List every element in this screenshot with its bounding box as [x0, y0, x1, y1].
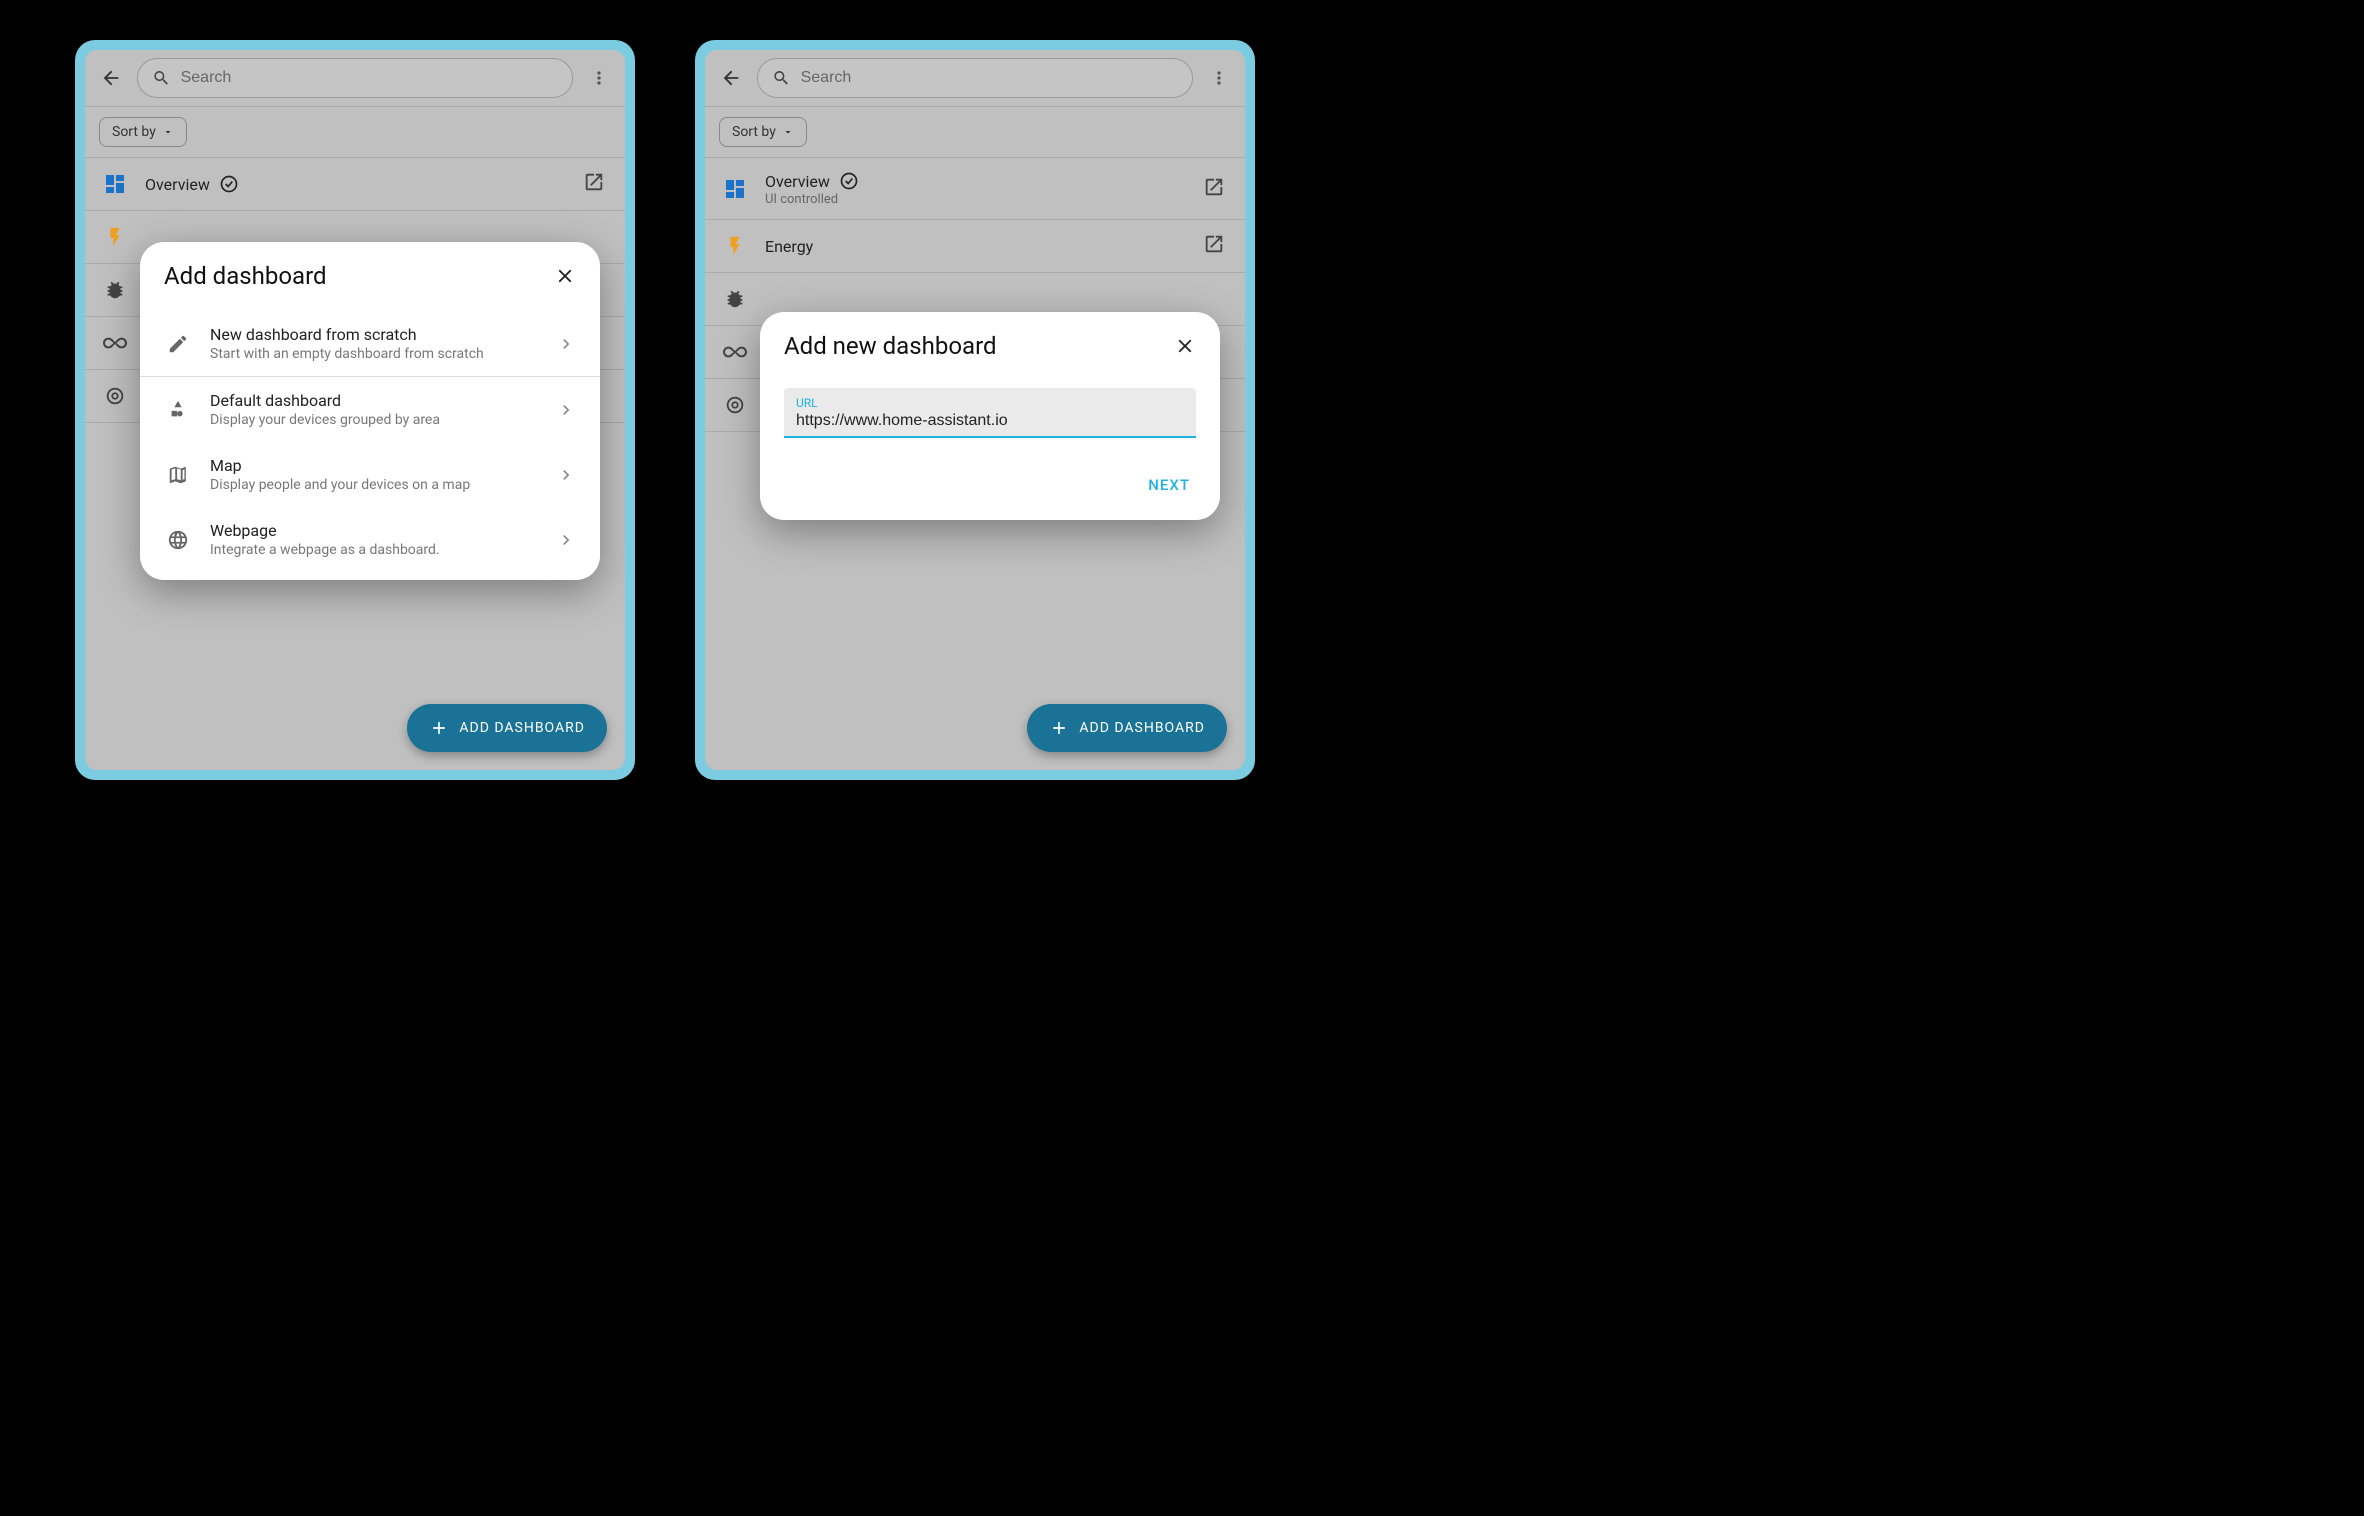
- app: Sort by Overview UI controlled: [705, 50, 1245, 770]
- option-default-dashboard[interactable]: Default dashboard Display your devices g…: [140, 377, 600, 442]
- open-external-button[interactable]: [583, 171, 609, 197]
- sort-by-label: Sort by: [112, 124, 156, 140]
- more-menu-button[interactable]: [583, 62, 615, 94]
- dots-vertical-icon: [589, 68, 609, 88]
- search-input[interactable]: [801, 69, 1178, 87]
- url-field[interactable]: URL: [784, 388, 1196, 438]
- option-webpage[interactable]: Webpage Integrate a webpage as a dashboa…: [140, 507, 600, 580]
- app: Sort by Overview: [85, 50, 625, 770]
- brain-icon: [721, 391, 749, 419]
- chevron-right-icon: [556, 465, 576, 485]
- chevron-right-icon: [556, 334, 576, 354]
- back-button[interactable]: [715, 62, 747, 94]
- open-external-button[interactable]: [1203, 233, 1229, 259]
- list-item-subtitle: UI controlled: [765, 192, 1187, 207]
- option-subtitle: Display your devices grouped by area: [210, 412, 538, 428]
- arrow-left-icon: [100, 67, 122, 89]
- close-icon: [1174, 335, 1196, 357]
- chevron-right-icon: [556, 400, 576, 420]
- fab-label: ADD DASHBOARD: [459, 720, 585, 736]
- option-title: Webpage: [210, 521, 538, 540]
- list-item-title: Overview: [145, 175, 210, 194]
- shapes-icon: [164, 396, 192, 424]
- add-new-dashboard-dialog: Add new dashboard URL NEXT: [760, 312, 1220, 520]
- search-input[interactable]: [181, 69, 558, 87]
- bug-icon: [721, 285, 749, 313]
- dialog-title: Add new dashboard: [784, 332, 997, 360]
- close-button[interactable]: [554, 265, 576, 287]
- sort-by-button[interactable]: Sort by: [99, 117, 187, 147]
- dashboard-icon: [721, 175, 749, 203]
- pencil-icon: [164, 330, 192, 358]
- check-icon: [838, 170, 860, 192]
- sort-by-button[interactable]: Sort by: [719, 117, 807, 147]
- add-dashboard-fab[interactable]: ADD DASHBOARD: [407, 704, 607, 752]
- option-map[interactable]: Map Display people and your devices on a…: [140, 442, 600, 507]
- option-new-scratch[interactable]: New dashboard from scratch Start with an…: [140, 311, 600, 377]
- energy-icon: [101, 223, 129, 251]
- close-icon: [554, 265, 576, 287]
- dashboard-icon: [101, 170, 129, 198]
- subbar: Sort by: [85, 106, 625, 157]
- search-icon: [152, 68, 171, 88]
- back-button[interactable]: [95, 62, 127, 94]
- chevron-right-icon: [556, 530, 576, 550]
- option-title: New dashboard from scratch: [210, 325, 538, 344]
- globe-icon: [164, 526, 192, 554]
- list-item[interactable]: Overview: [85, 158, 625, 211]
- option-subtitle: Integrate a webpage as a dashboard.: [210, 542, 538, 558]
- option-subtitle: Display people and your devices on a map: [210, 477, 538, 493]
- arrow-left-icon: [720, 67, 742, 89]
- option-title: Map: [210, 456, 538, 475]
- option-subtitle: Start with an empty dashboard from scrat…: [210, 346, 538, 362]
- option-title: Default dashboard: [210, 391, 538, 410]
- dots-vertical-icon: [1209, 68, 1229, 88]
- check-icon: [218, 173, 240, 195]
- infinity-icon: [721, 338, 749, 366]
- screen-left: Sort by Overview: [75, 40, 635, 780]
- open-external-button[interactable]: [1203, 176, 1229, 202]
- chevron-down-icon: [782, 126, 794, 138]
- list-item[interactable]: Overview UI controlled: [705, 158, 1245, 220]
- list-item[interactable]: Energy: [705, 220, 1245, 273]
- infinity-icon: [101, 329, 129, 357]
- add-dashboard-fab[interactable]: ADD DASHBOARD: [1027, 704, 1227, 752]
- search-bar[interactable]: [757, 58, 1193, 98]
- topbar: [705, 50, 1245, 106]
- map-icon: [164, 461, 192, 489]
- list-item-text: Energy: [765, 237, 1187, 256]
- fab-label: ADD DASHBOARD: [1079, 720, 1205, 736]
- list-item-title: Overview: [765, 172, 830, 191]
- brain-icon: [101, 382, 129, 410]
- next-button[interactable]: NEXT: [1142, 468, 1196, 502]
- add-dashboard-dialog: Add dashboard New dashboard from scratch…: [140, 242, 600, 580]
- list-item-text: Overview: [145, 173, 567, 195]
- close-button[interactable]: [1174, 335, 1196, 357]
- screen-right: Sort by Overview UI controlled: [695, 40, 1255, 780]
- search-icon: [772, 68, 791, 88]
- energy-icon: [721, 232, 749, 260]
- url-input[interactable]: [796, 410, 1184, 430]
- sort-by-label: Sort by: [732, 124, 776, 140]
- search-bar[interactable]: [137, 58, 573, 98]
- plus-icon: [1049, 718, 1069, 738]
- plus-icon: [429, 718, 449, 738]
- topbar: [85, 50, 625, 106]
- url-label: URL: [796, 396, 1184, 410]
- more-menu-button[interactable]: [1203, 62, 1235, 94]
- list-item-text: Overview UI controlled: [765, 170, 1187, 207]
- dialog-title: Add dashboard: [164, 262, 327, 290]
- chevron-down-icon: [162, 126, 174, 138]
- bug-icon: [101, 276, 129, 304]
- subbar: Sort by: [705, 106, 1245, 157]
- list-item-title: Energy: [765, 237, 813, 256]
